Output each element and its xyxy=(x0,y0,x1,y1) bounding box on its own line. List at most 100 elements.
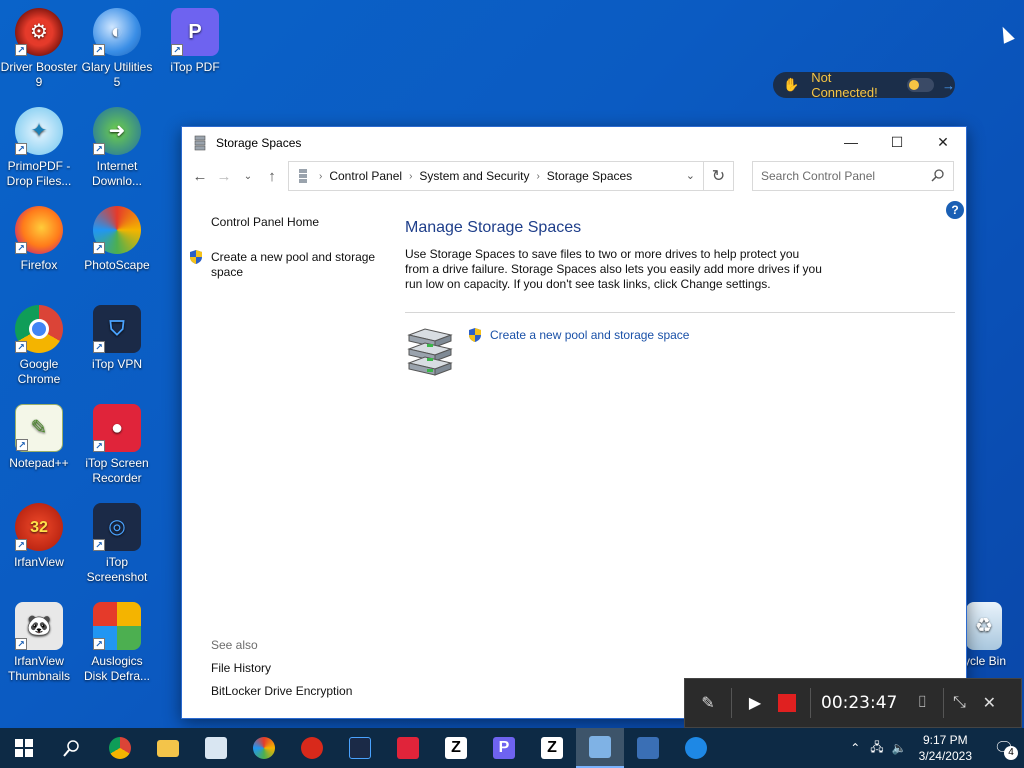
taskbar-chrome[interactable] xyxy=(96,728,144,768)
clock-time: 9:17 PM xyxy=(922,733,968,747)
notification-center-button[interactable]: 🗨 4 xyxy=(984,738,1024,760)
taskbar: Z P Z ⌃ 🖧 🔈 9:17 PM 3/24/2023 🗨 4 xyxy=(0,728,1024,768)
storage-spaces-location-icon xyxy=(299,169,307,183)
search-placeholder: Search Control Panel xyxy=(761,169,876,183)
desktop-icon-label: iTop VPN xyxy=(91,357,143,371)
create-pool-task-link[interactable]: Create a new pool and storage space xyxy=(490,328,689,342)
up-button[interactable]: ↑ xyxy=(260,164,284,188)
desktop-icon-google-chrome[interactable]: ↗ Google Chrome xyxy=(0,305,78,387)
minimize-button[interactable]: — xyxy=(828,127,874,157)
divider xyxy=(405,312,955,313)
taskbar-app-notepad[interactable] xyxy=(192,728,240,768)
recent-locations-button[interactable]: ⌄ xyxy=(236,164,260,188)
bitlocker-link[interactable]: BitLocker Drive Encryption xyxy=(211,684,352,698)
desktop-icon-label: Glary Utilities 5 xyxy=(81,60,153,89)
desktop-icon-itop-vpn[interactable]: ⛉ ↗ iTop VPN xyxy=(78,305,156,372)
mouse-cursor-icon xyxy=(997,24,1015,44)
desktop-icon-glary-utilities[interactable]: ◐ ↗ Glary Utilities 5 xyxy=(78,8,156,90)
screen-recorder-toolbar: ✎ ▶ 00:23:47 ⌷ ⤡ ✕ xyxy=(684,678,1022,728)
volume-muted-icon[interactable]: 🔈 xyxy=(892,741,907,755)
file-history-link[interactable]: File History xyxy=(211,661,271,675)
desktop-icon-notepadpp[interactable]: ✎ ↗ Notepad++ xyxy=(0,404,78,471)
breadcrumb-control-panel[interactable]: Control Panel xyxy=(329,169,402,183)
uac-shield-icon xyxy=(469,328,481,342)
minimize-recorder-icon[interactable]: ⤡ xyxy=(944,694,974,712)
taskbar-photoscape[interactable] xyxy=(240,728,288,768)
close-recorder-icon[interactable]: ✕ xyxy=(974,693,1004,713)
stop-record-button[interactable] xyxy=(778,694,796,712)
breadcrumb-separator-icon[interactable]: › xyxy=(409,171,412,182)
desktop-icon-internet-download-manager[interactable]: ➜ ↗ Internet Downlo... xyxy=(78,107,156,189)
title-bar[interactable]: Storage Spaces — ☐ ✕ xyxy=(182,127,966,158)
taskbar-control-panel[interactable] xyxy=(576,728,624,768)
search-input[interactable]: Search Control Panel xyxy=(752,161,954,191)
forward-button[interactable]: → xyxy=(212,164,236,188)
taskbar-settings-app[interactable] xyxy=(672,728,720,768)
taskbar-search-button[interactable] xyxy=(48,728,96,768)
desktop-icon-auslogics[interactable]: ↗ Auslogics Disk Defra... xyxy=(78,602,156,684)
create-pool-link-sidebar[interactable]: Create a new pool and storage space xyxy=(211,250,381,280)
desktop-icon-label: Firefox xyxy=(20,258,58,272)
irfanview-icon: 32 ↗ xyxy=(15,503,63,551)
notification-count-badge: 4 xyxy=(1004,746,1018,760)
desktop-icon-driver-booster[interactable]: ⚙ ↗ Driver Booster 9 xyxy=(0,8,78,90)
taskbar-driver-booster[interactable] xyxy=(288,728,336,768)
desktop-icon-irfanview-thumbnails[interactable]: 🐼 ↗ IrfanView Thumbnails xyxy=(0,602,78,684)
desktop-icon-itop-screen-recorder[interactable]: ● ↗ iTop Screen Recorder xyxy=(78,404,156,486)
desktop-icon-label: Auslogics Disk Defra... xyxy=(83,654,150,683)
itop-pdf-icon: P ↗ xyxy=(171,8,219,56)
irfanview-thumbnails-icon: 🐼 ↗ xyxy=(15,602,63,650)
help-icon[interactable]: ? xyxy=(946,201,964,219)
address-bar[interactable]: › Control Panel › System and Security › … xyxy=(288,161,704,191)
document-icon xyxy=(205,737,227,759)
desktop-icon-label: Notepad++ xyxy=(9,456,69,470)
start-button[interactable] xyxy=(0,728,48,768)
navigation-bar: ← → ⌄ ↑ › Control Panel › System and Sec… xyxy=(182,158,966,194)
desktop-icon-photoscape[interactable]: ↗ PhotoScape xyxy=(78,206,156,273)
vpn-hand-icon: ✋ xyxy=(783,77,800,92)
network-icon[interactable]: 🖧 xyxy=(870,738,883,759)
desktop-icon-itop-pdf[interactable]: P ↗ iTop PDF xyxy=(156,8,234,75)
desktop-icon-firefox[interactable]: ↗ Firefox xyxy=(0,206,78,273)
screenshot-camera-icon[interactable]: ⌷ xyxy=(907,694,937,712)
clock-date: 3/24/2023 xyxy=(918,749,972,763)
itop-screenshot-icon: ◎ ↗ xyxy=(93,503,141,551)
vpn-status-widget[interactable]: ✋ Not Connected! → xyxy=(773,70,955,100)
taskbar-itop-pdf[interactable]: P xyxy=(480,728,528,768)
taskbar-itop-screen-recorder[interactable] xyxy=(384,728,432,768)
taskbar-winzip[interactable]: Z xyxy=(432,728,480,768)
itop-pdf-icon: P xyxy=(493,737,515,759)
system-tray: ⌃ 🖧 🔈 9:17 PM 3/24/2023 🗨 4 xyxy=(850,728,1024,768)
refresh-button[interactable]: ↻ xyxy=(704,161,734,191)
breadcrumb-separator-icon[interactable]: › xyxy=(319,171,322,182)
folder-icon xyxy=(157,739,179,757)
breadcrumb-system-and-security[interactable]: System and Security xyxy=(419,169,529,183)
taskbar-system-info[interactable] xyxy=(624,728,672,768)
desktop-icon-label: iTop Screenshot xyxy=(86,555,148,584)
desktop-icon-itop-screenshot[interactable]: ◎ ↗ iTop Screenshot xyxy=(78,503,156,585)
breadcrumb-separator-icon[interactable]: › xyxy=(536,171,539,182)
address-dropdown-icon[interactable]: ⌄ xyxy=(686,169,695,182)
control-panel-home-link[interactable]: Control Panel Home xyxy=(211,215,319,229)
taskbar-itop-vpn[interactable] xyxy=(336,728,384,768)
page-title: Manage Storage Spaces xyxy=(405,219,582,236)
vpn-arrow-icon[interactable]: → xyxy=(942,78,955,93)
auslogics-icon: ↗ xyxy=(93,602,141,650)
back-button[interactable]: ← xyxy=(188,164,212,188)
desktop-icon-irfanview[interactable]: 32 ↗ IrfanView xyxy=(0,503,78,570)
maximize-button[interactable]: ☐ xyxy=(874,127,920,157)
desktop-icon-label: iTop Screen Recorder xyxy=(85,456,149,485)
clock[interactable]: 9:17 PM 3/24/2023 xyxy=(919,732,972,764)
taskbar-file-explorer[interactable] xyxy=(144,728,192,768)
breadcrumb-storage-spaces[interactable]: Storage Spaces xyxy=(547,169,632,183)
vpn-toggle[interactable] xyxy=(907,78,934,92)
resume-play-button[interactable]: ▶ xyxy=(732,693,778,713)
annotate-pen-icon[interactable]: ✎ xyxy=(685,693,731,713)
close-button[interactable]: ✕ xyxy=(920,127,966,157)
photoscape-icon xyxy=(253,737,275,759)
desktop-icon-primopdf[interactable]: ✦ ↗ PrimoPDF - Drop Files... xyxy=(0,107,78,189)
chrome-icon xyxy=(109,737,131,759)
show-hidden-icons-chevron-icon[interactable]: ⌃ xyxy=(850,741,860,755)
control-panel-icon xyxy=(589,736,611,758)
taskbar-winzip-2[interactable]: Z xyxy=(528,728,576,768)
